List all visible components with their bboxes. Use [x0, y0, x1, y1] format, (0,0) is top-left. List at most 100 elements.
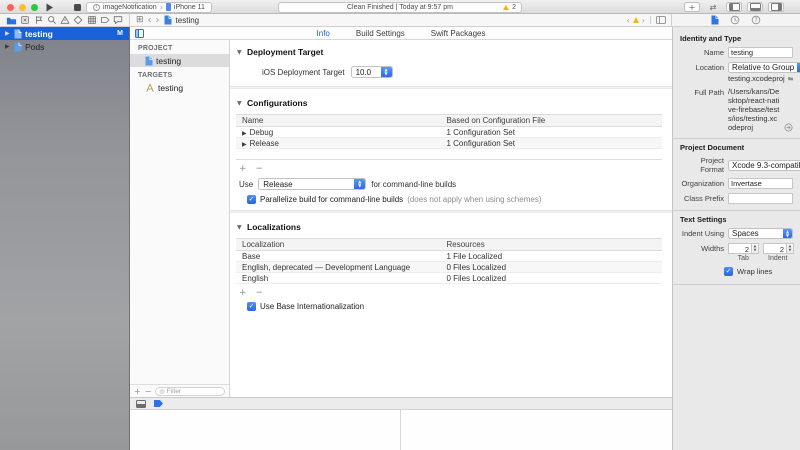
popup-value: Release [259, 180, 354, 189]
deployment-target-section-header[interactable]: ▼ Deployment Target [230, 42, 672, 61]
tab-width-stepper[interactable]: 2 ▲▼ [728, 243, 759, 254]
report-navigator-icon[interactable] [113, 15, 123, 25]
navigator-item-label: Pods [25, 42, 44, 52]
code-review-button[interactable]: ⇄ [705, 2, 721, 12]
table-row[interactable]: ▶Debug 1 Configuration Set [236, 127, 662, 138]
disclosure-closed-icon[interactable]: ▶ [242, 141, 247, 148]
source-control-navigator-icon[interactable] [20, 15, 30, 25]
column-header: Localization [236, 239, 440, 251]
table-row[interactable]: English, deprecated — Development Langua… [236, 262, 662, 273]
go-back-icon[interactable]: ‹ [148, 15, 152, 26]
navigator-item-testing[interactable]: ▶ testing M [0, 27, 129, 40]
parallelize-checkbox[interactable]: ✓ [247, 195, 256, 204]
reveal-arrow-icon[interactable] [784, 123, 793, 132]
issue-navigator-icon[interactable] [60, 15, 70, 25]
minimize-window-button[interactable] [19, 4, 26, 11]
run-button[interactable] [42, 0, 56, 14]
iphone-icon [166, 3, 171, 11]
disclosure-closed-icon[interactable]: ▶ [5, 43, 11, 50]
symbol-navigator-icon[interactable] [34, 15, 44, 25]
project-navigator-icon[interactable] [6, 15, 17, 26]
filter-input[interactable] [167, 388, 221, 395]
stepper-arrows-icon[interactable]: ▲▼ [752, 243, 759, 254]
wrap-lines-checkbox[interactable]: ✓ [724, 267, 733, 276]
command-line-configuration-popup[interactable]: Release ▲▼ [258, 178, 366, 190]
tab-info[interactable]: Info [317, 29, 330, 38]
project-format-popup[interactable]: Xcode 9.3-compatible ▲▼ [728, 160, 800, 171]
base-internationalization-checkbox[interactable]: ✓ [247, 302, 256, 311]
class-prefix-field[interactable] [728, 193, 793, 204]
navigator-item-pods[interactable]: ▶ Pods [0, 40, 129, 53]
indent-width-stepper[interactable]: 2 ▲▼ [763, 243, 794, 254]
add-localization-button[interactable]: + [239, 288, 247, 298]
table-row[interactable]: ▶Release 1 Configuration Set [236, 138, 662, 149]
stop-button[interactable] [70, 0, 84, 14]
filter-field[interactable]: ◎ [155, 387, 225, 396]
table-row[interactable]: Base 1 File Localized [236, 251, 662, 262]
next-issue-icon[interactable]: › [642, 16, 645, 25]
stepper-arrows-icon[interactable]: ▲▼ [787, 243, 794, 254]
table-row[interactable]: English 0 Files Localized [236, 273, 662, 284]
tab-caption: Tab [728, 255, 759, 262]
toggle-inspector-button[interactable] [768, 2, 784, 12]
test-navigator-icon[interactable] [73, 15, 83, 25]
variables-view[interactable] [130, 410, 400, 450]
name-label: Name [680, 48, 724, 57]
remove-target-button[interactable]: − [145, 387, 152, 396]
toggle-navigator-button[interactable] [726, 2, 742, 12]
hide-debug-area-icon[interactable] [136, 400, 146, 408]
column-header: Based on Configuration File [440, 115, 662, 127]
base-internationalization-label: Use Base Internationalization [260, 302, 364, 311]
indent-caption: Indent [762, 255, 793, 262]
breakpoint-navigator-icon[interactable] [100, 15, 110, 25]
add-target-button[interactable]: + [134, 387, 141, 396]
remove-configuration-button[interactable]: − [256, 164, 264, 174]
previous-issue-icon[interactable]: ‹ [627, 16, 630, 25]
close-window-button[interactable] [7, 4, 14, 11]
indent-using-popup[interactable]: Spaces ▲▼ [728, 228, 793, 239]
indent-using-label: Indent Using [680, 229, 724, 238]
issue-warning-icon[interactable] [633, 17, 639, 23]
toggle-debug-area-button[interactable] [747, 2, 763, 12]
remove-localization-button[interactable]: − [256, 288, 264, 298]
location-popup[interactable]: Relative to Group ▲▼ [728, 62, 800, 73]
disclosure-open-icon: ▼ [237, 49, 243, 56]
section-title: Localizations [247, 222, 301, 232]
file-inspector-icon[interactable] [711, 15, 719, 25]
add-configuration-button[interactable]: + [239, 164, 247, 174]
disclosure-closed-icon[interactable]: ▶ [5, 30, 11, 37]
disclosure-closed-icon[interactable]: ▶ [242, 130, 247, 137]
ios-deployment-target-popup[interactable]: 10.0 ▲▼ [351, 66, 393, 78]
scheme-selector[interactable]: i imageNotification › iPhone 11 [86, 2, 212, 13]
debug-navigator-icon[interactable] [87, 15, 97, 25]
folder-icon[interactable] [788, 75, 793, 82]
go-forward-icon[interactable]: › [156, 15, 160, 26]
activity-viewer[interactable]: Clean Finished | Today at 9:57 pm 2 [278, 2, 522, 13]
popup-value: 10.0 [352, 68, 381, 77]
organization-field[interactable] [728, 178, 793, 189]
window-controls [7, 4, 38, 11]
adjust-editor-icon[interactable] [656, 16, 666, 24]
zoom-window-button[interactable] [31, 4, 38, 11]
search-icon[interactable] [47, 15, 57, 25]
inspector-divider [673, 284, 800, 285]
jump-bar: ⊞ ‹ › testing ‹ › [130, 14, 672, 27]
project-item-testing[interactable]: testing [130, 54, 229, 67]
localizations-section-header[interactable]: ▼ Localizations [230, 217, 672, 236]
configurations-section-header[interactable]: ▼ Configurations [230, 93, 672, 112]
app-target-icon [145, 83, 155, 93]
destination-name: iPhone 11 [174, 4, 205, 11]
history-inspector-icon[interactable] [730, 15, 740, 25]
jump-bar-file[interactable]: testing [176, 16, 200, 25]
target-item-testing[interactable]: testing [130, 81, 229, 94]
name-field[interactable] [728, 47, 793, 58]
tab-build-settings[interactable]: Build Settings [356, 29, 405, 38]
full-path-value: /Users/kans/Desktop/react-native-firebas… [728, 87, 780, 132]
breakpoints-toggle-icon[interactable] [154, 400, 163, 407]
related-items-icon[interactable]: ⊞ [136, 15, 144, 25]
quick-help-inspector-icon[interactable]: ? [751, 15, 761, 25]
project-file-name: testing.xcodeproj [728, 74, 785, 83]
library-button[interactable]: + [684, 2, 700, 12]
tab-swift-packages[interactable]: Swift Packages [431, 29, 486, 38]
console-output[interactable] [401, 410, 672, 450]
